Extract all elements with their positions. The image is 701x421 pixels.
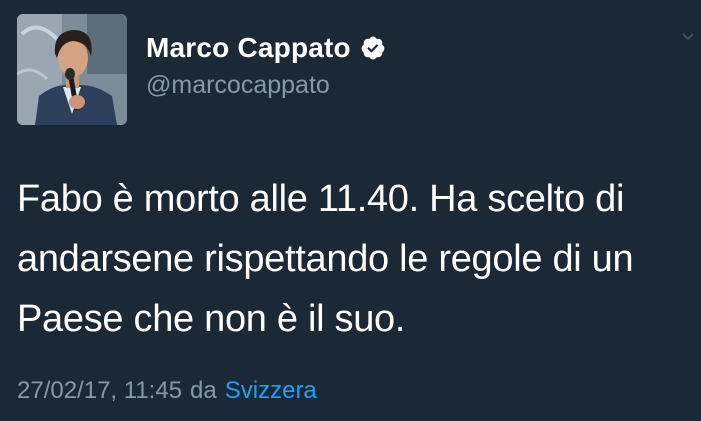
source-link[interactable]: Svizzera: [225, 377, 317, 405]
chevron-down-icon[interactable]: [681, 30, 695, 44]
timestamp[interactable]: 27/02/17, 11:45: [17, 377, 182, 405]
tweet-card: Marco Cappato @marcocappato Fabo è morto…: [0, 0, 701, 421]
author-name-row: Marco Cappato: [146, 30, 386, 66]
avatar[interactable]: [17, 14, 127, 125]
verified-badge-icon: [360, 35, 386, 61]
display-name[interactable]: Marco Cappato: [146, 32, 351, 64]
author-handle[interactable]: @marcocappato: [146, 71, 330, 100]
avatar-photo: [17, 14, 127, 125]
via-label: da: [190, 377, 217, 404]
tweet-text: Fabo è morto alle 11.40. Ha scelto di an…: [17, 178, 634, 340]
tweet-meta: 27/02/17, 11:45 da Svizzera: [17, 377, 317, 405]
